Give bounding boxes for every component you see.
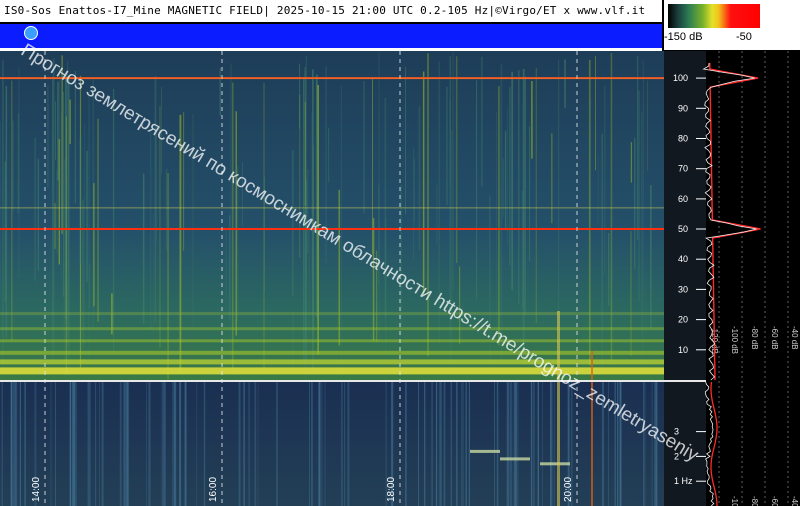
y-tick-label: 60: [678, 194, 688, 204]
spectrogram: 14:00 16:00 18:00 20:00: [0, 51, 664, 506]
lower-band: [540, 462, 570, 466]
y-tick-label: 1 Hz: [674, 476, 693, 486]
y-tick-label: 20: [678, 315, 688, 325]
spectral-band: [0, 312, 664, 316]
spectrum-x-label: -100 dB: [730, 326, 739, 354]
x-tick-label: 16:00: [208, 477, 219, 502]
spectrum-x-label: -60 dB: [770, 326, 779, 350]
spectrum-x-label: -40 dB: [790, 496, 799, 506]
spectral-band: [0, 327, 664, 331]
spectrum-x-label: -80 dB: [750, 326, 759, 350]
spectral-band: [0, 339, 664, 343]
y-tick-label: 10: [678, 345, 688, 355]
x-tick-label: 14:00: [31, 477, 42, 502]
info-band: [0, 24, 662, 48]
spectrum-x-label: -40 dB: [790, 326, 799, 350]
lower-band: [470, 449, 500, 453]
x-tick-label: 20:00: [563, 477, 574, 502]
y-tick-label: 80: [678, 134, 688, 144]
y-tick-label: 30: [678, 284, 688, 294]
y-tick-label: 100: [673, 73, 688, 83]
color-scale-min: -150 dB: [664, 31, 703, 43]
y-tick-label: 70: [678, 164, 688, 174]
color-scale-gradient: [668, 4, 760, 28]
spectrum-x-label: -100 dB: [730, 496, 739, 506]
spectrum-x-label: -80 dB: [750, 496, 759, 506]
y-tick-label: 50: [678, 224, 688, 234]
spectral-band: [0, 350, 664, 355]
panel-divider: [664, 380, 706, 382]
telegram-icon: [24, 26, 38, 40]
y-tick-label: 40: [678, 254, 688, 264]
vertical-event: [557, 311, 560, 506]
color-scale-max: -50: [736, 31, 752, 43]
spectral-band: [0, 359, 664, 365]
vertical-event: [591, 351, 593, 506]
lower-band: [500, 457, 530, 461]
x-tick-label: 18:00: [386, 477, 397, 502]
chart-title: IS0-Sos Enattos-I7_Mine MAGNETIC FIELD| …: [4, 4, 646, 17]
spectrum-x-label: -60 dB: [770, 496, 779, 506]
y-tick-label: 90: [678, 103, 688, 113]
title-bar: IS0-Sos Enattos-I7_Mine MAGNETIC FIELD| …: [0, 0, 662, 22]
